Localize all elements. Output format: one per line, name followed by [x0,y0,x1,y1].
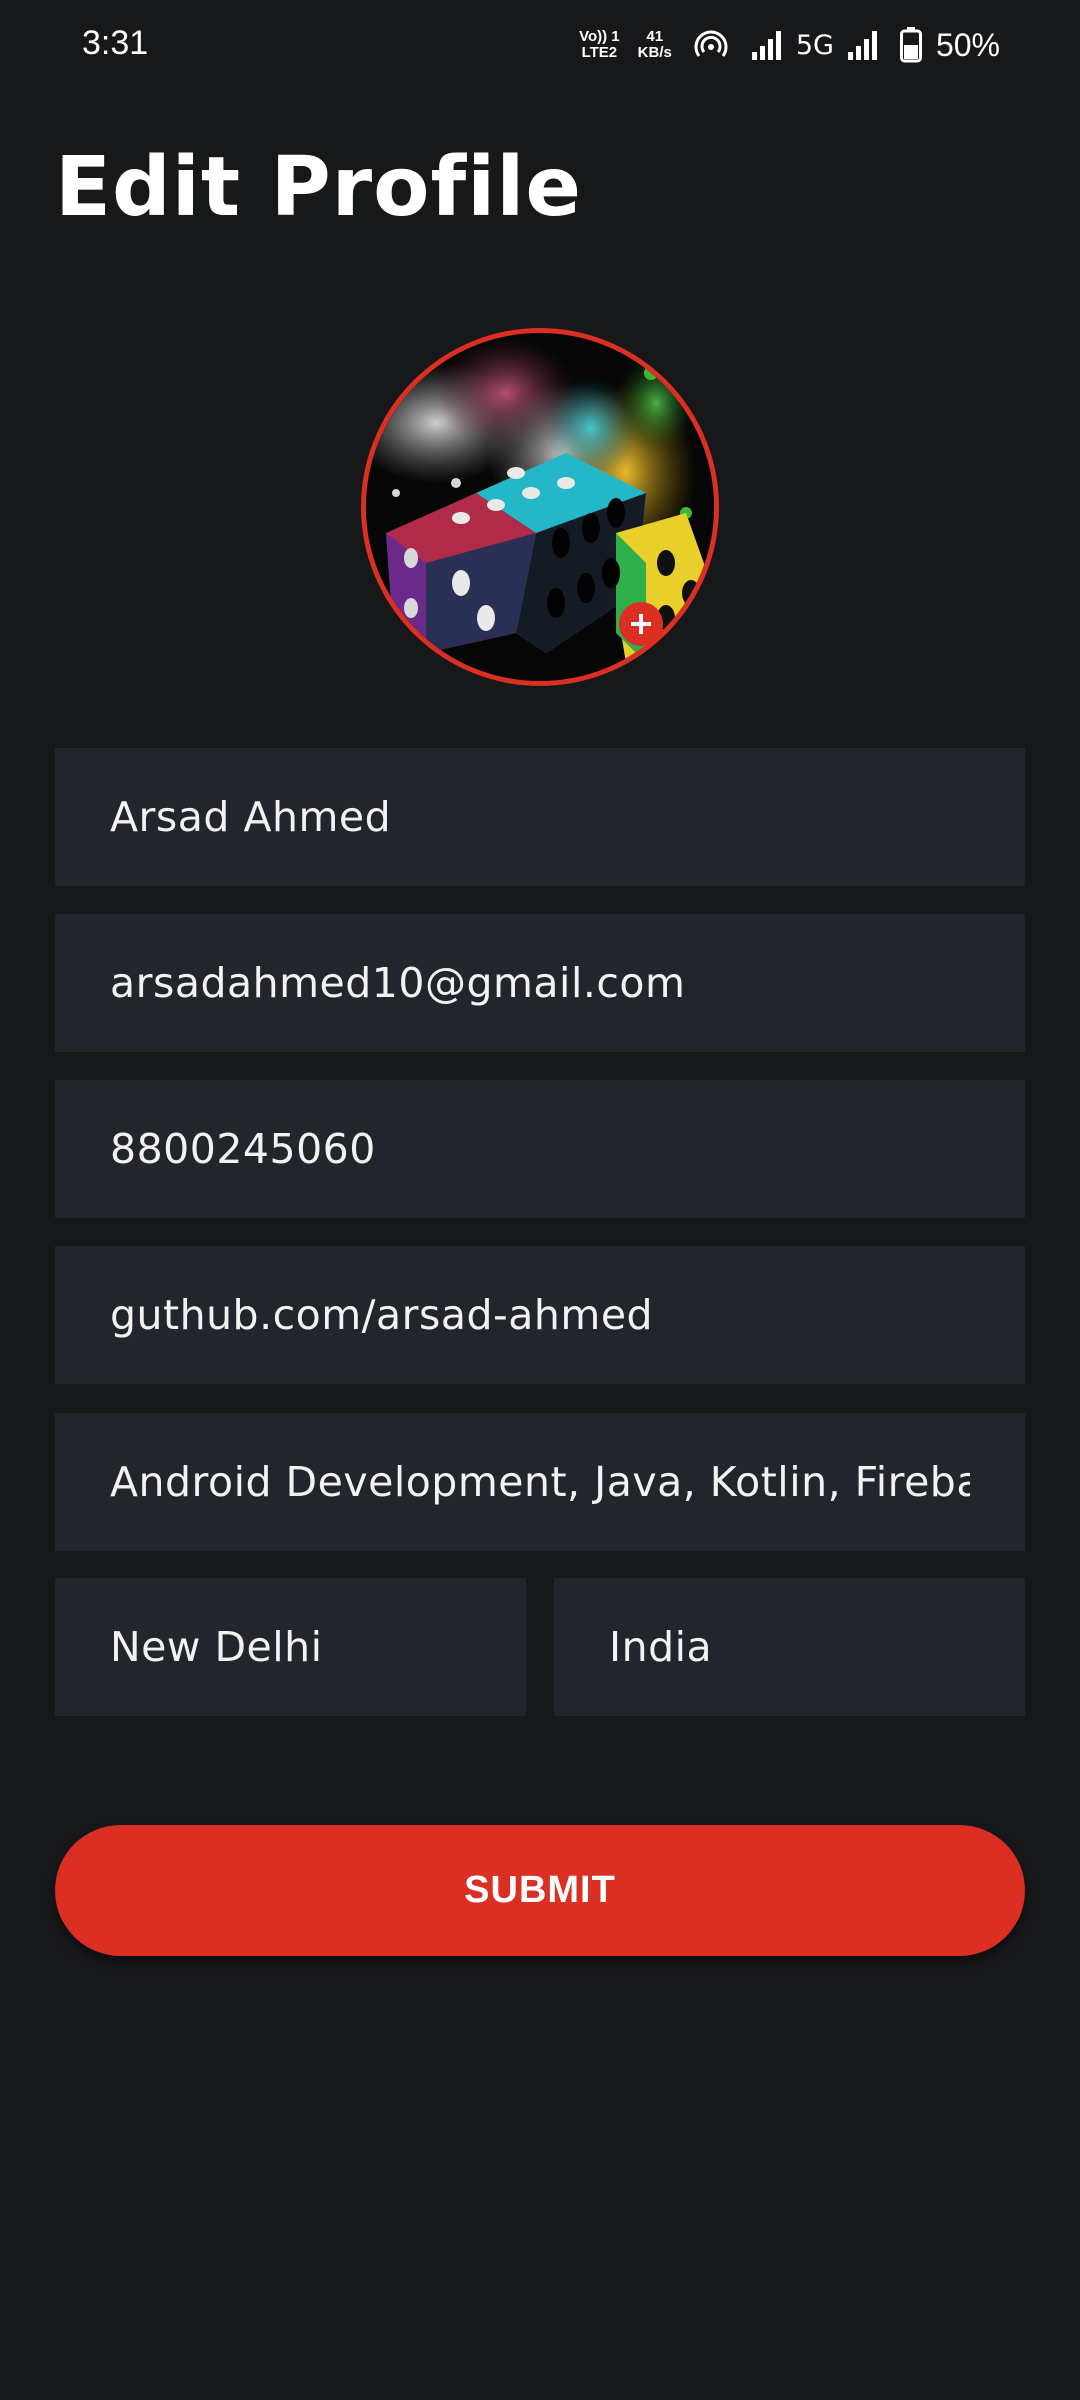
volte-bottom-label: LTE2 [581,44,618,61]
signal-icon [846,28,880,62]
skills-field[interactable] [110,1458,970,1506]
email-field[interactable] [110,959,970,1007]
network-type: 5G [795,29,834,61]
network-speed: 41 KB/s [638,29,672,61]
country-field[interactable] [609,1623,970,1671]
avatar-container [361,328,719,686]
avatar[interactable] [361,328,719,686]
phone-field[interactable] [110,1125,970,1173]
github-field[interactable] [110,1291,970,1339]
city-field[interactable] [110,1623,471,1671]
volte-top-label: Vo)) 1 [579,28,620,45]
plus-icon [631,614,651,634]
battery-icon [899,27,922,63]
hotspot-icon [694,28,728,62]
country-field-container [554,1578,1025,1716]
email-field-container [55,914,1025,1052]
status-time: 3:31 [82,24,149,62]
add-photo-button[interactable] [619,602,663,646]
volte-icon: Vo)) 1 LTE2 [579,29,620,61]
signal-icon [750,28,784,62]
city-field-container [55,1578,526,1716]
github-field-container [55,1246,1025,1384]
submit-button[interactable]: SUBMIT [55,1825,1025,1956]
speed-unit: KB/s [637,44,672,61]
phone-field-container [55,1080,1025,1218]
status-bar: 3:31 Vo)) 1 LTE2 41 KB/s 5G 50% [0,0,1080,90]
battery-percentage: 50% [935,26,1000,63]
name-field[interactable] [110,793,970,841]
speed-value: 41 [646,28,664,45]
status-icons: Vo)) 1 LTE2 41 KB/s 5G 50% [579,22,1000,68]
page-title: Edit Profile [55,140,582,235]
skills-field-container [55,1413,1025,1551]
name-field-container [55,748,1025,886]
